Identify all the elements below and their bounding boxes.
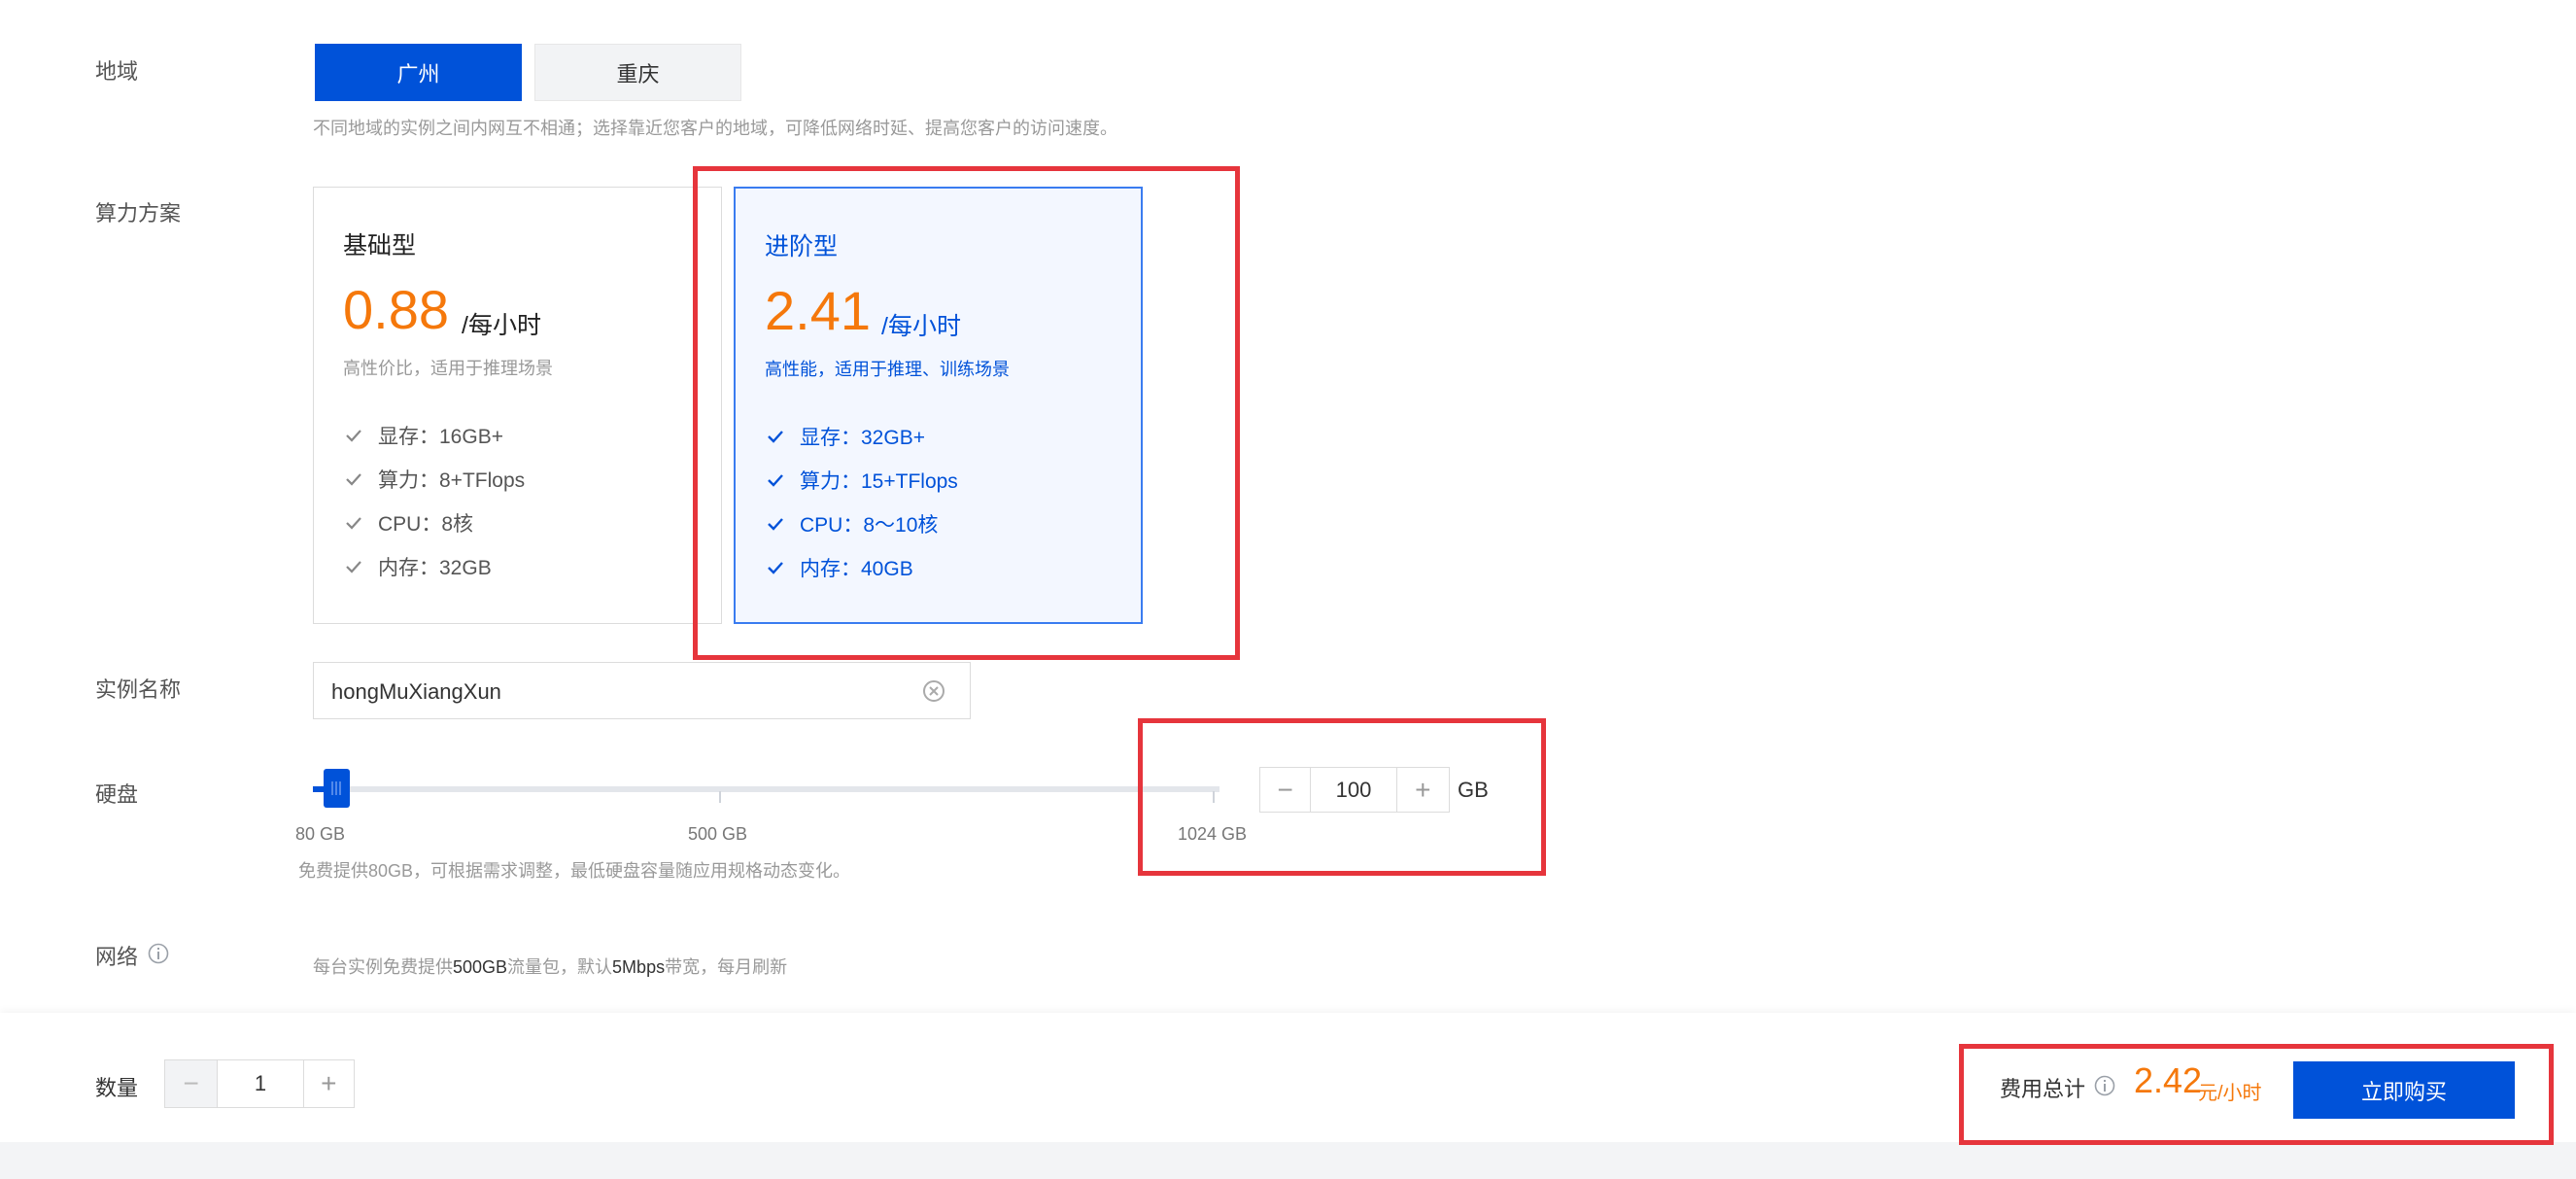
check-icon bbox=[768, 431, 783, 443]
total-price: 2.42 bbox=[2134, 1060, 2203, 1100]
region-hint: 不同地域的实例之间内网互不相通；选择靠近您客户的地域，可降低网络时延、提高您客户… bbox=[313, 119, 1117, 138]
plan-spec-memory: 内存：32GB bbox=[343, 552, 492, 581]
disk-unit: GB bbox=[1458, 778, 1489, 802]
network-label: 网络 bbox=[95, 945, 139, 969]
grip-icon bbox=[331, 781, 341, 795]
plan-spec-cpu: CPU：8核 bbox=[343, 508, 473, 537]
disk-hint: 免费提供80GB，可根据需求调整，最低硬盘容量随应用规格动态变化。 bbox=[298, 861, 851, 881]
disk-slider-handle[interactable] bbox=[324, 769, 350, 808]
instance-name-input[interactable] bbox=[329, 663, 916, 720]
bottom-strip bbox=[0, 1142, 2576, 1179]
instance-name-field[interactable] bbox=[313, 662, 971, 720]
plan-spec-vram: 显存：16GB+ bbox=[343, 421, 503, 450]
check-icon bbox=[768, 518, 783, 531]
slider-tick-label-max: 1024 GB bbox=[1178, 824, 1248, 844]
check-icon bbox=[346, 430, 361, 442]
disk-slider-track[interactable] bbox=[313, 786, 1219, 792]
disk-size-stepper[interactable]: − 100 + bbox=[1259, 767, 1450, 813]
plan-label: 算力方案 bbox=[95, 201, 182, 225]
check-icon bbox=[346, 561, 361, 573]
plan-spec-vram: 显存：32GB+ bbox=[765, 422, 925, 451]
instance-name-label: 实例名称 bbox=[95, 677, 182, 702]
slider-tick bbox=[719, 791, 721, 803]
plan-name: 进阶型 bbox=[765, 233, 839, 260]
check-icon bbox=[768, 474, 783, 487]
slider-tick-label-mid: 500 GB bbox=[688, 824, 748, 844]
disk-label: 硬盘 bbox=[95, 782, 139, 807]
clear-icon[interactable] bbox=[922, 679, 945, 703]
disk-increase-button[interactable]: + bbox=[1397, 768, 1449, 812]
info-icon[interactable] bbox=[148, 943, 169, 964]
plan-desc: 高性价比，适用于推理场景 bbox=[343, 359, 553, 378]
region-option-chongqing[interactable]: 重庆 bbox=[534, 44, 741, 101]
disk-decrease-button[interactable]: − bbox=[1260, 768, 1310, 812]
plan-desc: 高性能，适用于推理、训练场景 bbox=[765, 360, 1010, 379]
plan-name: 基础型 bbox=[343, 232, 417, 260]
plan-spec-compute: 算力：15+TFlops bbox=[765, 466, 958, 495]
total-price-unit: 元/小时 bbox=[2198, 1083, 2262, 1104]
slider-tick-label-min: 80 GB bbox=[295, 824, 346, 844]
plan-price: 0.88 bbox=[343, 279, 449, 340]
check-icon bbox=[346, 473, 361, 486]
plan-spec-memory: 内存：40GB bbox=[765, 553, 913, 582]
plan-card-basic[interactable]: 基础型 0.88 /每小时 高性价比，适用于推理场景 显存：16GB+ 算力：8… bbox=[313, 187, 722, 624]
quantity-label: 数量 bbox=[95, 1076, 139, 1100]
quantity-increase-button[interactable]: + bbox=[304, 1060, 354, 1107]
plan-price: 2.41 bbox=[765, 280, 871, 341]
info-icon[interactable] bbox=[2094, 1075, 2115, 1096]
total-label: 费用总计 bbox=[2000, 1077, 2086, 1101]
quantity-decrease-button[interactable]: − bbox=[165, 1060, 218, 1107]
plan-spec-cpu: CPU：8～10核 bbox=[765, 509, 938, 538]
quantity-value[interactable]: 1 bbox=[217, 1060, 304, 1107]
quantity-stepper[interactable]: − 1 + bbox=[164, 1059, 355, 1108]
disk-size-value[interactable]: 100 bbox=[1310, 768, 1397, 812]
region-label: 地域 bbox=[95, 59, 139, 84]
plan-spec-compute: 算力：8+TFlops bbox=[343, 465, 525, 494]
plan-card-advanced[interactable]: 进阶型 2.41 /每小时 高性能，适用于推理、训练场景 显存：32GB+ 算力… bbox=[734, 187, 1143, 624]
plan-price-unit: /每小时 bbox=[462, 312, 541, 339]
check-icon bbox=[346, 517, 361, 530]
buy-now-button[interactable]: 立即购买 bbox=[2293, 1061, 2515, 1119]
check-icon bbox=[768, 562, 783, 574]
region-option-guangzhou[interactable]: 广州 bbox=[315, 44, 522, 101]
slider-tick bbox=[1213, 791, 1215, 803]
network-hint: 每台实例免费提供500GB流量包，默认5Mbps带宽，每月刷新 bbox=[313, 957, 788, 977]
plan-price-unit: /每小时 bbox=[881, 313, 961, 340]
